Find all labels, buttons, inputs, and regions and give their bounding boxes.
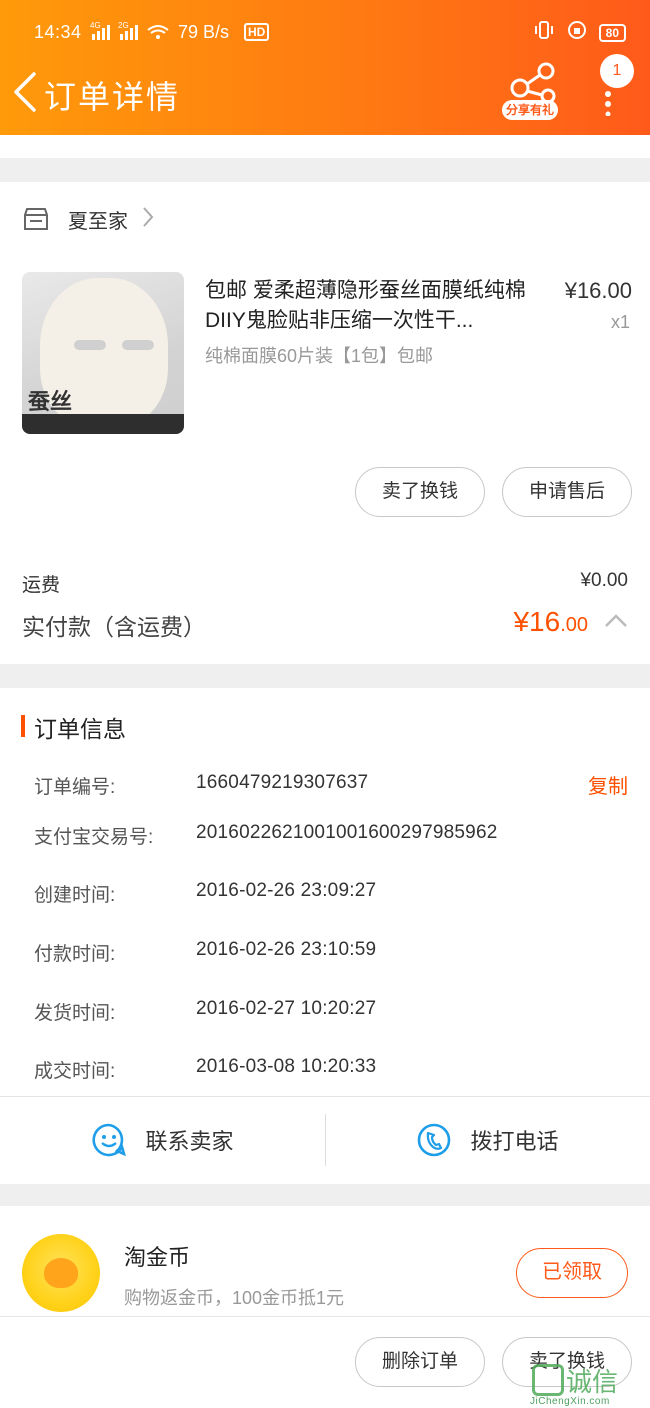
share-icon: [510, 62, 556, 104]
product-image[interactable]: 蚕丝: [22, 272, 184, 434]
watermark-text: 诚信: [566, 1368, 619, 1398]
status-icons: 80: [533, 20, 626, 45]
app-header: 14:34 4G 2G 79 B/s HD 80 订单详情 分享有礼 1: [0, 0, 650, 135]
svg-text:2G: 2G: [118, 21, 129, 30]
hd-icon: HD: [244, 23, 270, 41]
call-phone-label[interactable]: 拨打电话: [470, 1124, 558, 1156]
paid-time-label: 付款时间:: [34, 944, 116, 965]
delete-order-button[interactable]: 删除订单: [355, 1337, 485, 1387]
top-spacer: [0, 135, 650, 158]
watermark-logo: [532, 1364, 564, 1396]
created-time-value: 2016-02-26 23:09:27: [196, 880, 377, 901]
store-icon: [24, 207, 48, 230]
product-title[interactable]: 包邮 爱柔超薄隐形蚕丝面膜纸纯棉DIIY鬼脸贴非压缩一次性干...: [205, 276, 535, 336]
watermark-url: JiChengXin.com: [530, 1396, 610, 1407]
copy-order-number-button[interactable]: 复制: [588, 770, 628, 799]
alipay-trade-value: 2016022621001001600297985962: [196, 822, 498, 843]
alipay-trade-label: 支付宝交易号:: [34, 827, 154, 848]
shipping-fee-value: ¥0.00: [580, 570, 628, 591]
coin-icon: [22, 1234, 100, 1312]
chevron-up-icon[interactable]: [604, 612, 628, 633]
shop-name[interactable]: 夏至家: [68, 205, 128, 234]
shop-link[interactable]: 夏至家: [22, 205, 154, 234]
status-bar: 14:34 4G 2G 79 B/s HD 80: [0, 0, 650, 68]
chevron-right-icon: [142, 206, 154, 233]
network-speed: 79 B/s: [178, 22, 230, 42]
section-accent-bar: [21, 715, 25, 737]
coins-claimed-button[interactable]: 已领取: [516, 1248, 628, 1298]
share-reward-label[interactable]: 分享有礼: [502, 100, 559, 120]
battery-icon: 80: [598, 23, 626, 42]
created-time-label: 创建时间:: [34, 885, 116, 906]
completed-time-label: 成交时间:: [34, 1061, 116, 1082]
completed-time-value: 2016-03-08 10:20:33: [196, 1056, 377, 1077]
coins-subtitle: 购物返金币，100金币抵1元: [124, 1288, 345, 1308]
paid-currency: ¥: [513, 606, 530, 637]
paid-amount-decimal: .00: [560, 614, 588, 636]
paid-time-value: 2016-02-26 23:10:59: [196, 939, 377, 960]
coin-mascot: [44, 1258, 78, 1288]
shipped-time-value: 2016-02-27 10:20:27: [196, 998, 377, 1019]
apply-after-sale-button[interactable]: 申请售后: [502, 467, 632, 517]
notification-badge: 1: [600, 54, 634, 88]
order-number-label: 订单编号:: [34, 777, 116, 798]
chat-smile-icon: [92, 1123, 127, 1157]
paid-amount-label: 实付款（含运费）: [22, 614, 206, 640]
divider: [0, 1096, 650, 1097]
back-button[interactable]: [10, 70, 40, 114]
contact-seller-label[interactable]: 联系卖家: [145, 1124, 233, 1156]
mask-eye-right: [122, 340, 154, 350]
contact-seller-button[interactable]: 联系卖家: [0, 1100, 325, 1180]
product-quantity: x1: [610, 312, 630, 332]
shipping-fee-label: 运费: [22, 575, 61, 596]
alarm-icon: [567, 20, 587, 45]
product-sku: 纯棉面膜60片装【1包】包邮: [205, 346, 434, 366]
coins-title: 淘金币: [124, 1245, 191, 1270]
shipped-time-label: 发货时间:: [34, 1003, 116, 1024]
product-image-band: [22, 414, 184, 434]
signal-icon: 4G 2G: [90, 20, 170, 46]
vibrate-icon: [533, 20, 555, 45]
product-brand-mark: 蚕丝: [28, 389, 73, 415]
mask-eye-left: [74, 340, 106, 350]
paid-amount-integer: 16: [529, 606, 561, 637]
status-time: 14:34: [34, 22, 82, 42]
svg-text:4G: 4G: [90, 21, 101, 30]
sell-for-cash-button[interactable]: 卖了换钱: [355, 467, 485, 517]
call-phone-button[interactable]: 拨打电话: [325, 1100, 650, 1180]
product-price: ¥16.00: [564, 278, 632, 303]
order-info-title: 订单信息: [34, 716, 126, 742]
paid-amount-value: ¥16.00: [513, 606, 588, 638]
phone-icon: [418, 1123, 451, 1157]
page-title: 订单详情: [44, 79, 181, 115]
order-number-value: 1660479219307637: [196, 772, 369, 793]
